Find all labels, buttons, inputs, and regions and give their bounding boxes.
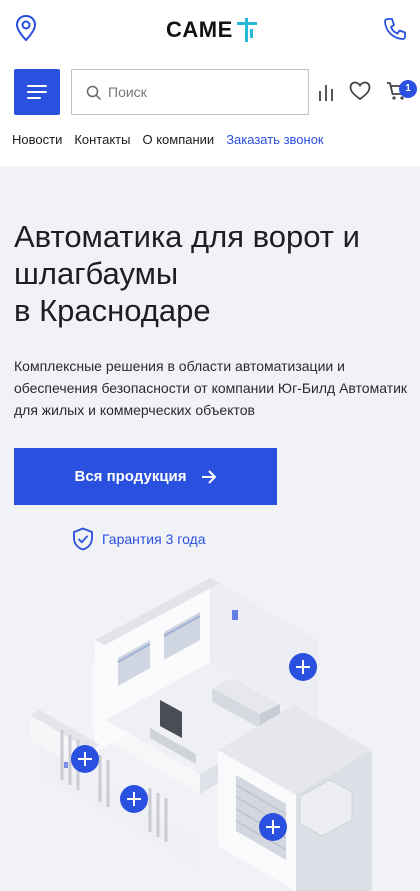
phone-icon[interactable] xyxy=(382,16,408,42)
location-pin-icon[interactable] xyxy=(14,14,38,42)
hero-description: Комплексные решения в области автоматиза… xyxy=(14,358,408,418)
came-logo[interactable]: CAME xyxy=(166,16,257,44)
warranty-label: Гарантия 3 года xyxy=(102,531,206,547)
house-illustration xyxy=(30,578,372,891)
site-header: CAME 1 Новос xyxy=(0,0,420,166)
isometric-home-illustration xyxy=(0,570,420,891)
warranty-link[interactable]: Гарантия 3 года xyxy=(72,527,206,551)
hero-title-line3: в Краснодаре xyxy=(14,293,211,328)
hero-title-line1: Автоматика для ворот и xyxy=(14,219,360,254)
compare-stats-icon[interactable] xyxy=(318,83,336,101)
nav-link-contacts[interactable]: Контакты xyxy=(74,132,130,147)
hero-title-line2: шлагбаумы xyxy=(14,256,179,291)
header-top-row: CAME xyxy=(0,14,420,46)
menu-button[interactable] xyxy=(14,69,60,115)
top-nav: Новости Контакты О компании Заказать зво… xyxy=(12,132,324,147)
hotspot-plus-gate[interactable] xyxy=(71,745,99,773)
all-products-button[interactable]: Вся продукция xyxy=(14,448,277,505)
all-products-label: Вся продукция xyxy=(74,468,187,485)
logo-text: CAME xyxy=(166,17,233,42)
cart-count-badge: 1 xyxy=(399,80,417,98)
heart-icon[interactable] xyxy=(349,81,371,101)
hotspot-plus-fence[interactable] xyxy=(120,785,148,813)
nav-link-callback[interactable]: Заказать звонок xyxy=(226,132,323,147)
search-input[interactable] xyxy=(108,80,298,104)
shield-check-icon xyxy=(73,527,93,551)
arrow-right-icon xyxy=(201,469,216,484)
hotspot-plus-living-room[interactable] xyxy=(289,653,317,681)
search-box xyxy=(71,69,309,115)
nav-link-about[interactable]: О компании xyxy=(142,132,214,147)
nav-link-news[interactable]: Новости xyxy=(12,132,62,147)
hotspot-plus-garage[interactable] xyxy=(259,813,287,841)
search-icon xyxy=(86,85,102,101)
hero-title: Автоматика для ворот и шлагбаумы в Красн… xyxy=(14,218,414,329)
logo-mark-icon xyxy=(236,18,257,42)
